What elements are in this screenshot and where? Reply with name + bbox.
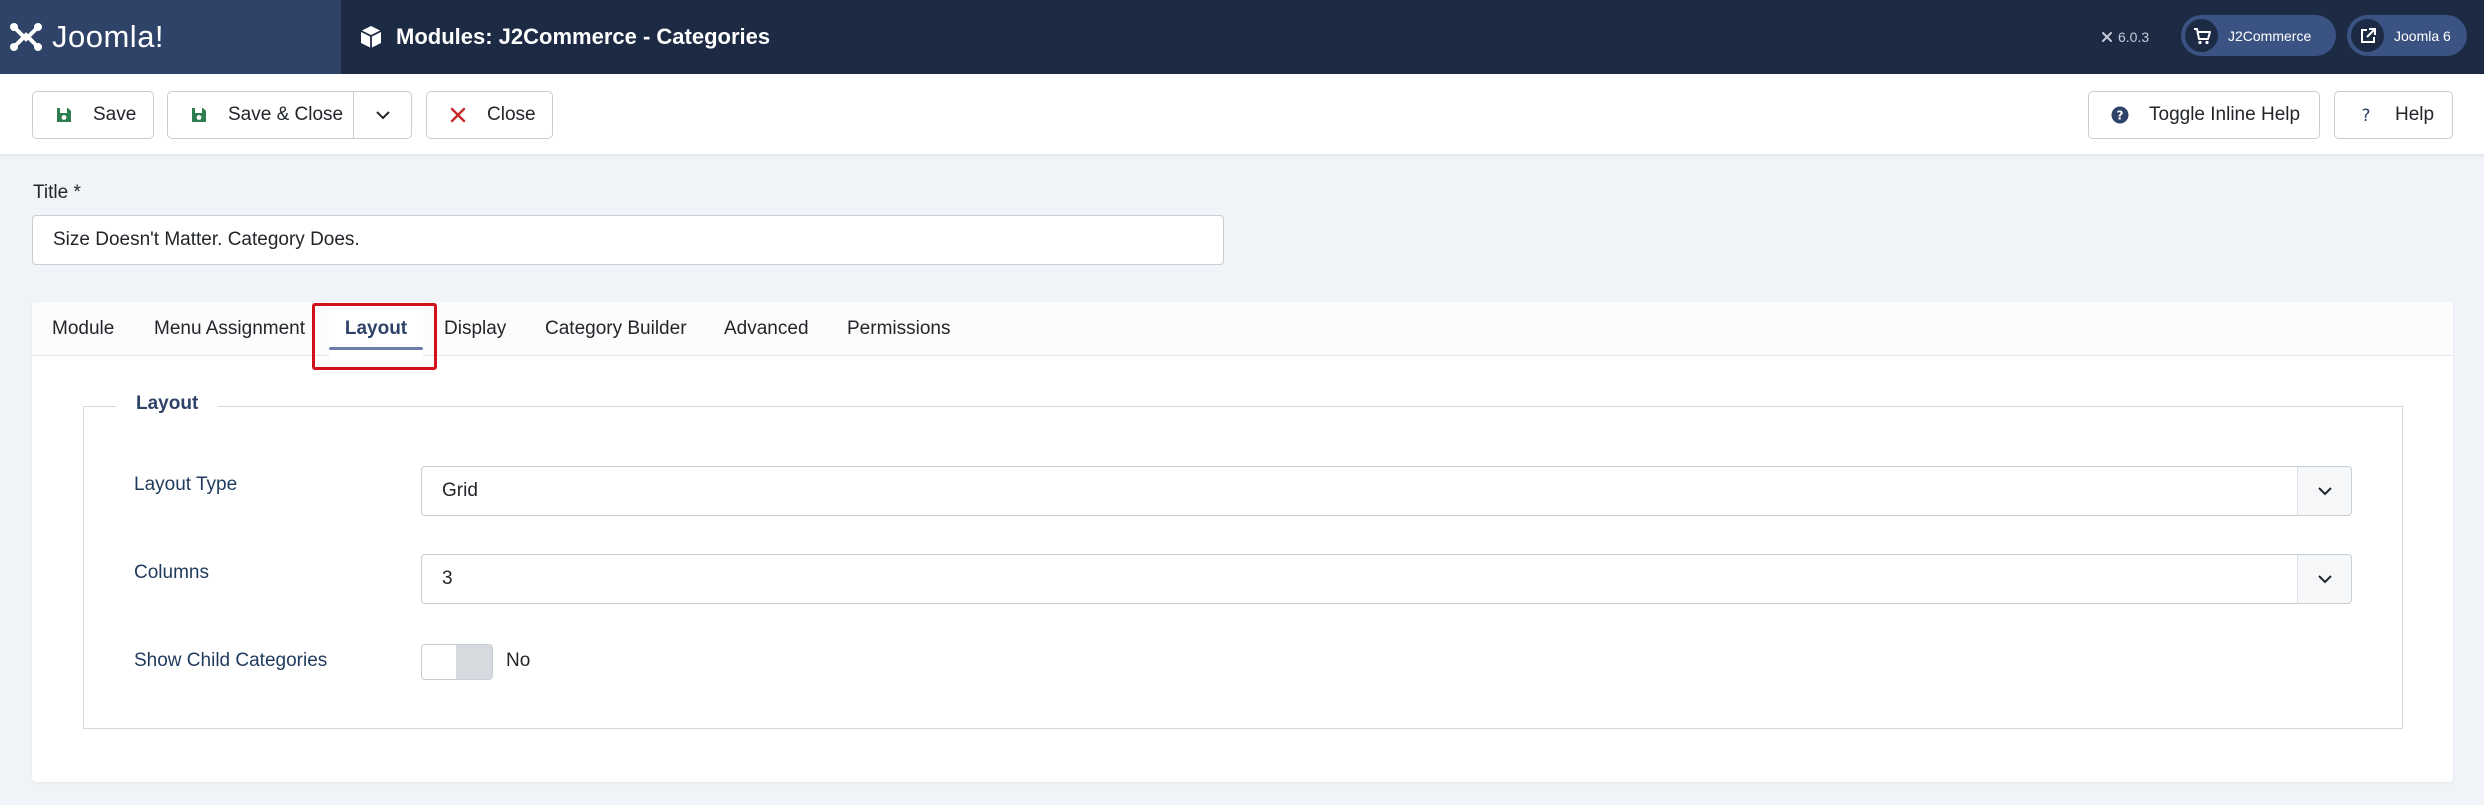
joomla-logo-icon: [10, 23, 42, 51]
columns-value: 3: [442, 568, 453, 589]
site-link[interactable]: Joomla 6: [2347, 15, 2467, 56]
page-heading: Modules: J2Commerce - Categories: [358, 0, 770, 74]
floppy-disk-icon: [192, 108, 206, 122]
close-button[interactable]: Close: [426, 91, 553, 139]
question-mark-icon: ?: [2361, 106, 2370, 124]
svg-text:?: ?: [2361, 106, 2370, 124]
tab-category-builder[interactable]: Category Builder: [545, 302, 687, 356]
save-button[interactable]: Save: [32, 91, 154, 139]
title-input[interactable]: [32, 215, 1224, 265]
page-title: Modules: J2Commerce - Categories: [396, 24, 771, 49]
chevron-down-icon: [2297, 467, 2351, 515]
show-child-categories-label: Show Child Categories: [134, 650, 328, 671]
j2commerce-link[interactable]: J2Commerce: [2181, 15, 2336, 56]
tab-display[interactable]: Display: [444, 302, 506, 356]
x-mark-icon: [450, 107, 466, 123]
close-label: Close: [487, 104, 536, 125]
toggle-inline-help-button[interactable]: ? Toggle Inline Help: [2088, 91, 2320, 139]
chevron-down-icon: [2297, 555, 2351, 603]
brand-name: Joomla!: [52, 19, 165, 54]
toggle-knob: [456, 645, 492, 679]
brand[interactable]: Joomla!: [0, 0, 341, 74]
joomla-small-icon: [2102, 32, 2112, 42]
columns-label: Columns: [134, 562, 209, 583]
layout-type-select[interactable]: Grid: [421, 466, 2352, 516]
tab-layout[interactable]: Layout: [329, 302, 423, 356]
layout-legend: Layout: [116, 393, 219, 415]
version-number: 6.0.3: [2118, 29, 2150, 45]
external-link-icon: [2351, 19, 2384, 52]
j2commerce-label: J2Commerce: [2228, 27, 2312, 44]
show-child-categories-toggle[interactable]: [421, 644, 493, 680]
site-label: Joomla 6: [2394, 27, 2451, 44]
tab-module[interactable]: Module: [52, 302, 114, 356]
save-close-label: Save & Close: [228, 104, 344, 125]
chevron-down-icon: [375, 111, 390, 120]
layout-type-label: Layout Type: [134, 474, 238, 495]
admin-header: Joomla! Modules: J2Commerce - Categories…: [0, 0, 2484, 74]
floppy-disk-icon: [57, 108, 71, 122]
save-options-dropdown[interactable]: [353, 91, 412, 139]
toolbar: Save Save & Close Close ? Toggle Inline …: [0, 74, 2484, 155]
version-info: 6.0.3: [2100, 0, 2149, 74]
question-circle-icon: ?: [2111, 106, 2129, 124]
tab-bar: Module Menu Assignment Layout Display Ca…: [32, 302, 2453, 356]
shopping-cart-icon: [2185, 19, 2218, 52]
help-button[interactable]: ? Help: [2334, 91, 2453, 139]
cube-icon: [360, 26, 382, 48]
layout-type-value: Grid: [442, 480, 478, 501]
tab-permissions[interactable]: Permissions: [847, 302, 950, 356]
tab-advanced[interactable]: Advanced: [724, 302, 809, 356]
tab-menu-assignment[interactable]: Menu Assignment: [154, 302, 305, 356]
svg-text:?: ?: [2117, 109, 2124, 123]
title-label: Title *: [33, 182, 81, 203]
show-child-categories-state: No: [506, 650, 531, 671]
save-label: Save: [93, 104, 137, 125]
module-edit-panel: Module Menu Assignment Layout Display Ca…: [32, 302, 2453, 782]
columns-select[interactable]: 3: [421, 554, 2352, 604]
save-close-button[interactable]: Save & Close: [167, 91, 354, 139]
toggle-inline-help-label: Toggle Inline Help: [2149, 104, 2301, 125]
help-label: Help: [2395, 104, 2435, 125]
